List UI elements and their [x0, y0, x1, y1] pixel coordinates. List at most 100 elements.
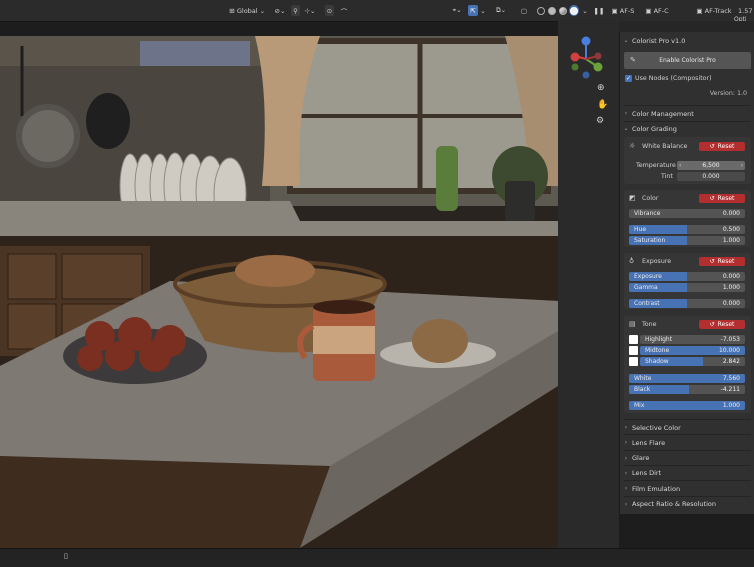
xray-icon[interactable]: ▢ — [519, 5, 529, 16]
af-track-button[interactable]: ▣ AF-Track — [694, 5, 734, 16]
slider-label: Hue — [634, 226, 647, 233]
midtone-slider[interactable]: Midtone 10.000 — [640, 346, 745, 355]
saturation-slider[interactable]: Saturation 1.000 — [629, 236, 745, 245]
separator — [624, 434, 751, 436]
temperature-field[interactable]: ‹ 6,500 › — [677, 161, 745, 170]
snap-toggle-icon[interactable]: ⚲ — [291, 5, 300, 16]
slider-value: 1.000 — [722, 237, 740, 244]
show-gizmo-icon[interactable]: ⇱ — [468, 5, 478, 16]
temperature-value: 6,500 — [702, 162, 720, 169]
render-viewport[interactable] — [0, 36, 558, 548]
collapsed-section-label: Aspect Ratio & Resolution — [632, 500, 716, 508]
solid-shading-icon[interactable] — [547, 5, 557, 16]
slider-value: 1.000 — [722, 284, 740, 291]
tint-field[interactable]: 0.000 — [677, 172, 745, 181]
af-c-button[interactable]: ▣ AF-C — [642, 5, 672, 16]
slider-value: 2.842 — [722, 358, 740, 365]
pause-icon[interactable]: ❚❚ — [594, 5, 605, 16]
color-swatch[interactable] — [629, 357, 638, 366]
temperature-label: Temperature — [636, 162, 676, 169]
slider-value: 0.000 — [722, 273, 740, 280]
overlays-icon[interactable]: ⧉⌄ — [492, 5, 510, 16]
rendered-shading-icon[interactable] — [569, 5, 579, 16]
tone-reset-button[interactable]: ↺ Reset — [699, 320, 745, 329]
color-swatch[interactable] — [629, 346, 638, 355]
highlight-slider[interactable]: Highlight -7.053 — [640, 335, 745, 344]
view-object-types-icon[interactable]: ⌖⌄ — [448, 5, 466, 16]
collapsed-section-header[interactable]: › Glare — [620, 452, 754, 465]
exposure-slider[interactable]: Exposure 0.000 — [629, 272, 745, 281]
slider-label: Black — [634, 386, 651, 393]
color-grading-label: Color Grading — [632, 124, 677, 133]
proportional-edit-icon[interactable]: ⊙ — [325, 5, 334, 16]
reset-icon: ↺ — [709, 321, 715, 328]
collapsed-section-label: Lens Flare — [632, 438, 666, 447]
collapsed-section-header[interactable]: › Film Emulation — [620, 482, 754, 495]
exposure-reset-button[interactable]: ↺ Reset — [699, 257, 745, 266]
reset-label: Reset — [717, 195, 735, 202]
color-swatch[interactable] — [629, 335, 638, 344]
slider-label: Mix — [634, 402, 645, 409]
use-nodes-label: Use Nodes (Compositor) — [635, 75, 712, 82]
slider-value: 1.000 — [722, 402, 740, 409]
vibrance-slider[interactable]: Vibrance 0.000 — [629, 209, 745, 218]
falloff-icon[interactable]: ⌒ — [338, 5, 350, 16]
chevron-right-icon: › — [624, 424, 628, 431]
slider-label: Gamma — [634, 284, 658, 291]
snap-target-icon[interactable]: ⊹⌄ — [302, 5, 318, 16]
collapsed-section-label: Lens Dirt — [632, 469, 662, 478]
collapsed-section-header[interactable]: › Lens Flare — [620, 436, 754, 449]
gizmo-dropdown-icon[interactable]: ⌄ — [479, 5, 487, 16]
pivot-icon[interactable]: ⊘⌄ — [272, 5, 288, 16]
slider-value: 0.000 — [722, 300, 740, 307]
color-grading-header[interactable]: ⌄ Color Grading — [620, 122, 754, 135]
axis-gizmo[interactable] — [558, 31, 619, 121]
panel-title: Colorist Pro v1.0 — [632, 36, 686, 45]
collapsed-section-header[interactable]: › Selective Color — [620, 421, 754, 434]
palette-icon: ◩ — [629, 194, 636, 202]
checkbox-checked-icon: ✓ — [625, 75, 632, 82]
gizmo-neg-y-icon — [571, 63, 579, 71]
white-balance-title: White Balance — [642, 143, 688, 150]
af-s-button[interactable]: ▣ AF-S — [609, 5, 637, 16]
white-slider[interactable]: White 7.560 — [629, 374, 745, 383]
mix-slider[interactable]: Mix 1.000 — [629, 401, 745, 410]
hue-slider[interactable]: Hue 0.500 — [629, 225, 745, 234]
pan-view-icon[interactable]: ✋ — [597, 101, 608, 110]
colorist-header[interactable]: ⌄ Colorist Pro v1.0 — [620, 34, 754, 47]
collapsed-section-header[interactable]: › Lens Dirt — [620, 467, 754, 480]
color-reset-button[interactable]: ↺ Reset — [699, 194, 745, 203]
gizmo-y-icon — [593, 62, 603, 72]
chevron-right-icon: › — [624, 454, 628, 462]
shading-dropdown-icon[interactable]: ⌄ — [581, 5, 589, 16]
use-nodes-checkbox[interactable]: ✓ Use Nodes (Compositor) — [625, 75, 712, 82]
camera-view-icon[interactable]: ⚙ — [596, 117, 604, 126]
color-management-header[interactable]: › Color Management — [620, 107, 754, 120]
black-slider[interactable]: Black -4.211 — [629, 385, 745, 394]
chevron-right-icon: › — [624, 439, 628, 447]
gamma-slider[interactable]: Gamma 1.000 — [629, 283, 745, 292]
zoom-view-icon[interactable]: ⊕ — [597, 84, 605, 93]
reset-icon: ↺ — [709, 258, 715, 265]
wireframe-shading-icon[interactable] — [536, 5, 546, 16]
slider-label: Contrast — [634, 300, 660, 307]
orientation-label: Global — [236, 6, 258, 15]
af-s-label: AF-S — [619, 6, 635, 15]
orientation-dropdown[interactable]: Global ⌄ — [236, 5, 266, 16]
white-balance-reset-button[interactable]: ↺ Reset — [699, 142, 745, 151]
slider-value: 10.000 — [719, 347, 740, 354]
tint-label: Tint — [661, 173, 673, 180]
contrast-slider[interactable]: Contrast 0.000 — [629, 299, 745, 308]
color-title: Color — [642, 195, 659, 202]
enable-colorist-button[interactable]: ✎ Enable Colorist Pro — [624, 52, 751, 69]
material-shading-icon[interactable] — [558, 5, 568, 16]
slider-label: Midtone — [645, 347, 670, 354]
slider-label: Highlight — [645, 336, 673, 343]
shadow-slider[interactable]: Shadow 2.842 — [640, 357, 745, 366]
gizmo-neg-z-icon — [582, 71, 590, 79]
separator — [624, 419, 751, 420]
collapsed-section-header[interactable]: › Aspect Ratio & Resolution — [620, 498, 754, 511]
slider-value: 7.560 — [722, 375, 740, 382]
slider-value: 0.500 — [722, 226, 740, 233]
reset-label: Reset — [717, 321, 735, 328]
